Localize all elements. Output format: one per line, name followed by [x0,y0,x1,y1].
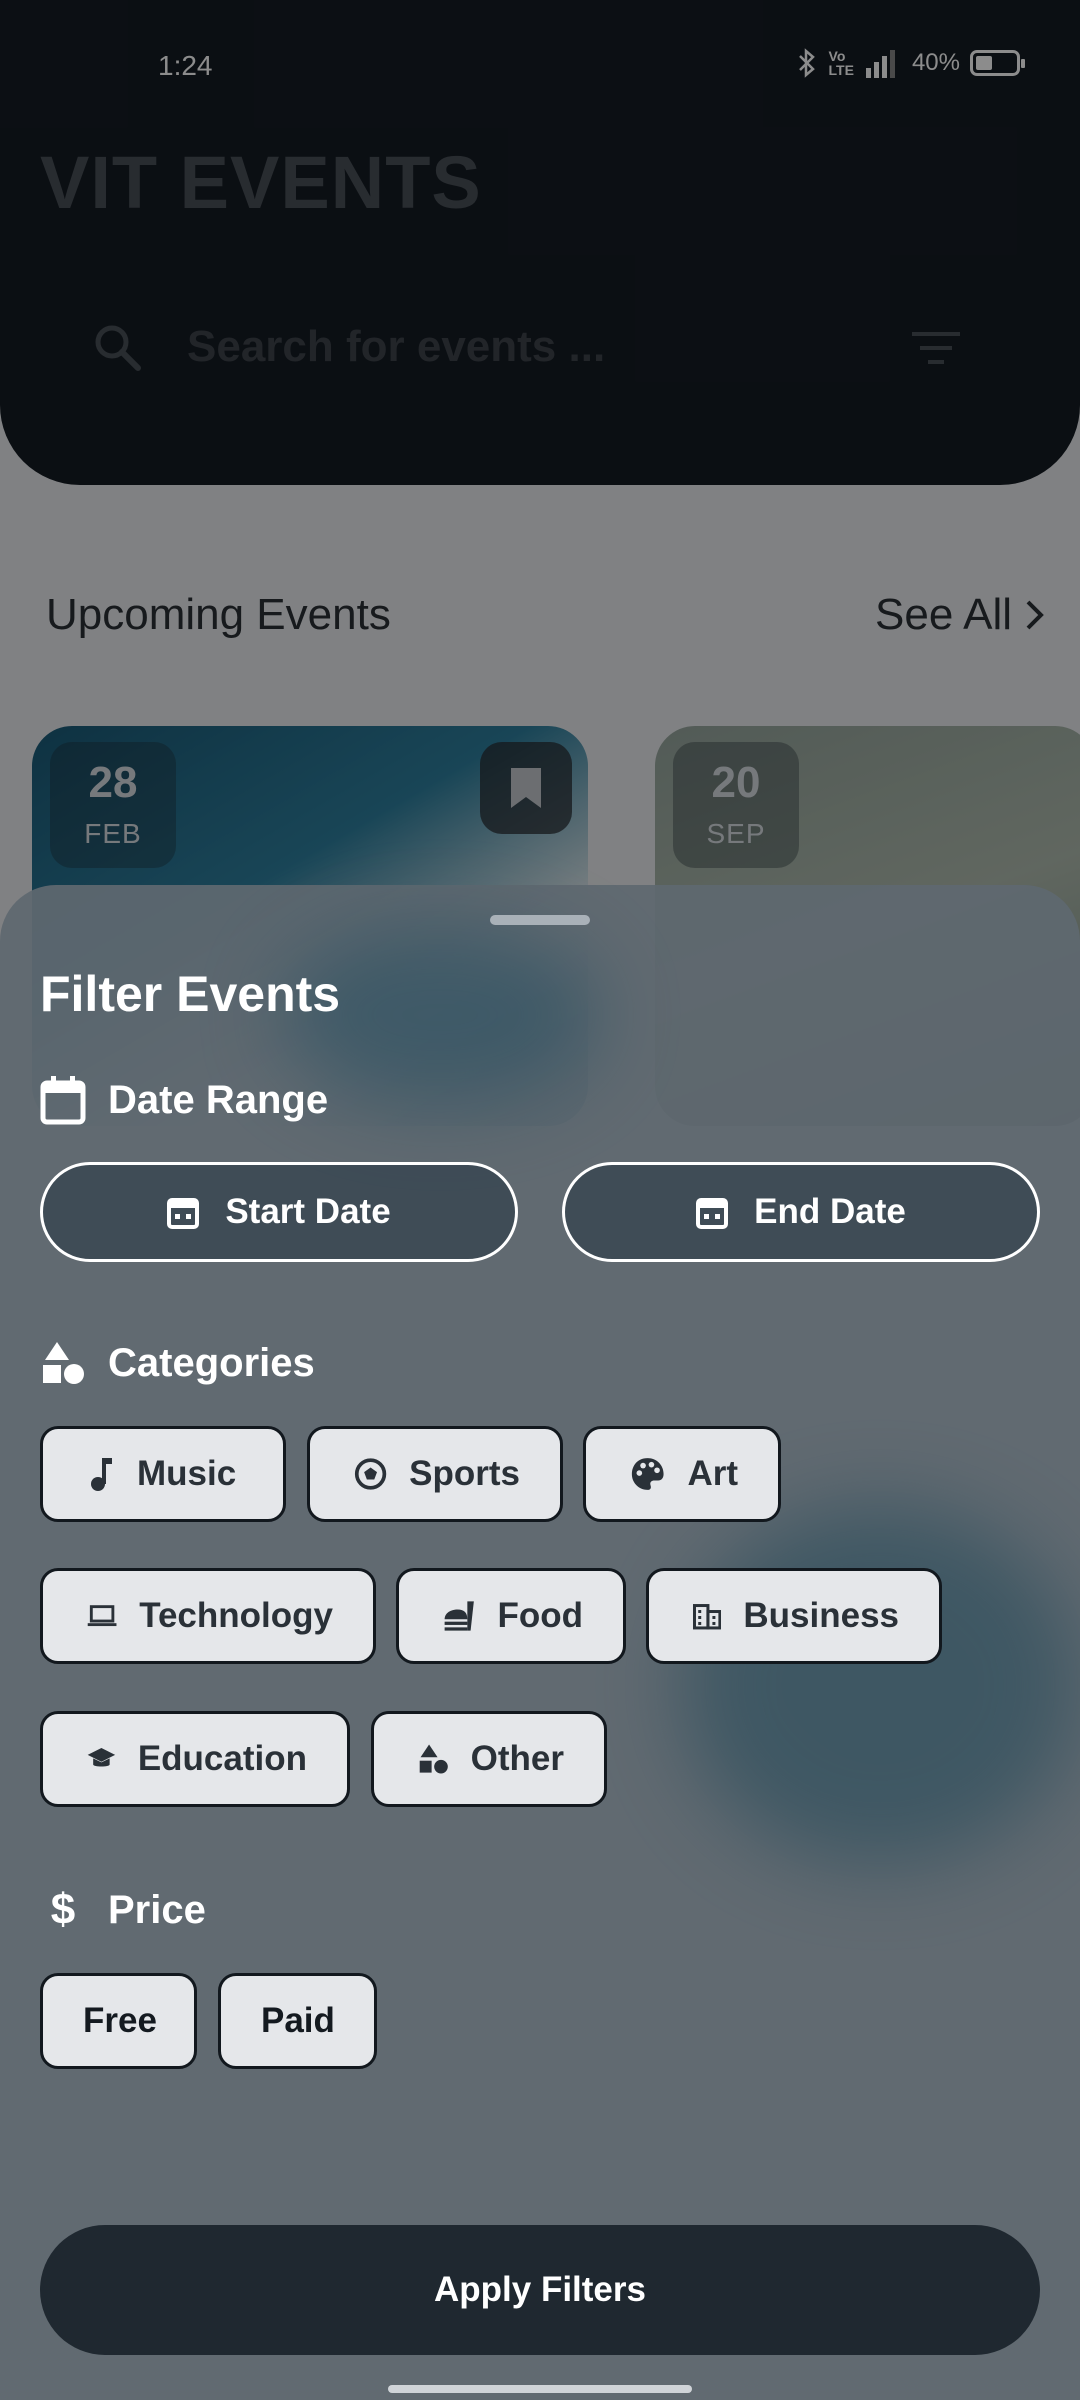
category-chip-business[interactable]: Business [646,1568,942,1664]
categories-label: Categories [108,1340,315,1385]
sheet-title: Filter Events [40,966,341,1022]
palette-icon [631,1458,664,1490]
category-chip-label: Art [687,1454,738,1493]
laptop-icon [87,1605,117,1627]
sheet-background-blob [680,1505,1080,1865]
category-chip-label: Music [137,1454,237,1493]
category-chip-art[interactable]: Art [583,1426,781,1522]
category-chip-sports[interactable]: Sports [307,1426,563,1522]
calendar-icon [696,1198,729,1229]
soccer-ball-icon [354,1458,387,1490]
category-chip-music[interactable]: Music [40,1426,286,1522]
price-chip-label: Paid [261,2001,335,2040]
date-range-label: Date Range [108,1077,329,1122]
price-chip-paid[interactable]: Paid [218,1973,377,2069]
gesture-navigation-bar[interactable] [388,2385,692,2393]
start-date-label: Start Date [225,1192,391,1231]
category-shapes-icon [43,1342,84,1384]
price-label: Price [108,1887,206,1932]
category-chip-label: Food [497,1596,583,1635]
end-date-button[interactable]: End Date [562,1162,1040,1262]
price-chip-label: Free [83,2001,157,2040]
category-chip-education[interactable]: Education [40,1711,350,1807]
business-building-icon [693,1604,722,1630]
school-icon [87,1748,116,1767]
dollar-icon: $ [50,1885,76,1934]
categories-header: Categories [40,1340,315,1386]
apply-filters-button[interactable]: Apply Filters [40,2225,1040,2355]
date-range-header: Date Range [40,1075,328,1125]
calendar-icon [40,1076,86,1125]
music-note-icon [91,1458,112,1491]
category-chip-technology[interactable]: Technology [40,1568,376,1664]
drag-handle[interactable] [490,915,590,925]
start-date-button[interactable]: Start Date [40,1162,518,1262]
category-chip-label: Technology [139,1596,333,1635]
category-shapes-icon [419,1744,448,1774]
calendar-icon [167,1198,200,1229]
category-chip-label: Other [470,1739,564,1778]
fastfood-icon [444,1601,474,1631]
price-chip-free[interactable]: Free [40,1973,197,2069]
apply-filters-label: Apply Filters [434,2270,646,2309]
category-chip-label: Business [743,1596,899,1635]
category-chip-food[interactable]: Food [396,1568,626,1664]
filter-bottom-sheet: Filter Events Date Range Start Date End … [0,885,1080,2400]
end-date-label: End Date [754,1192,906,1231]
category-chip-other[interactable]: Other [371,1711,607,1807]
price-header: $ Price [40,1885,206,1935]
category-chip-label: Sports [409,1454,520,1493]
category-chip-label: Education [137,1739,307,1778]
